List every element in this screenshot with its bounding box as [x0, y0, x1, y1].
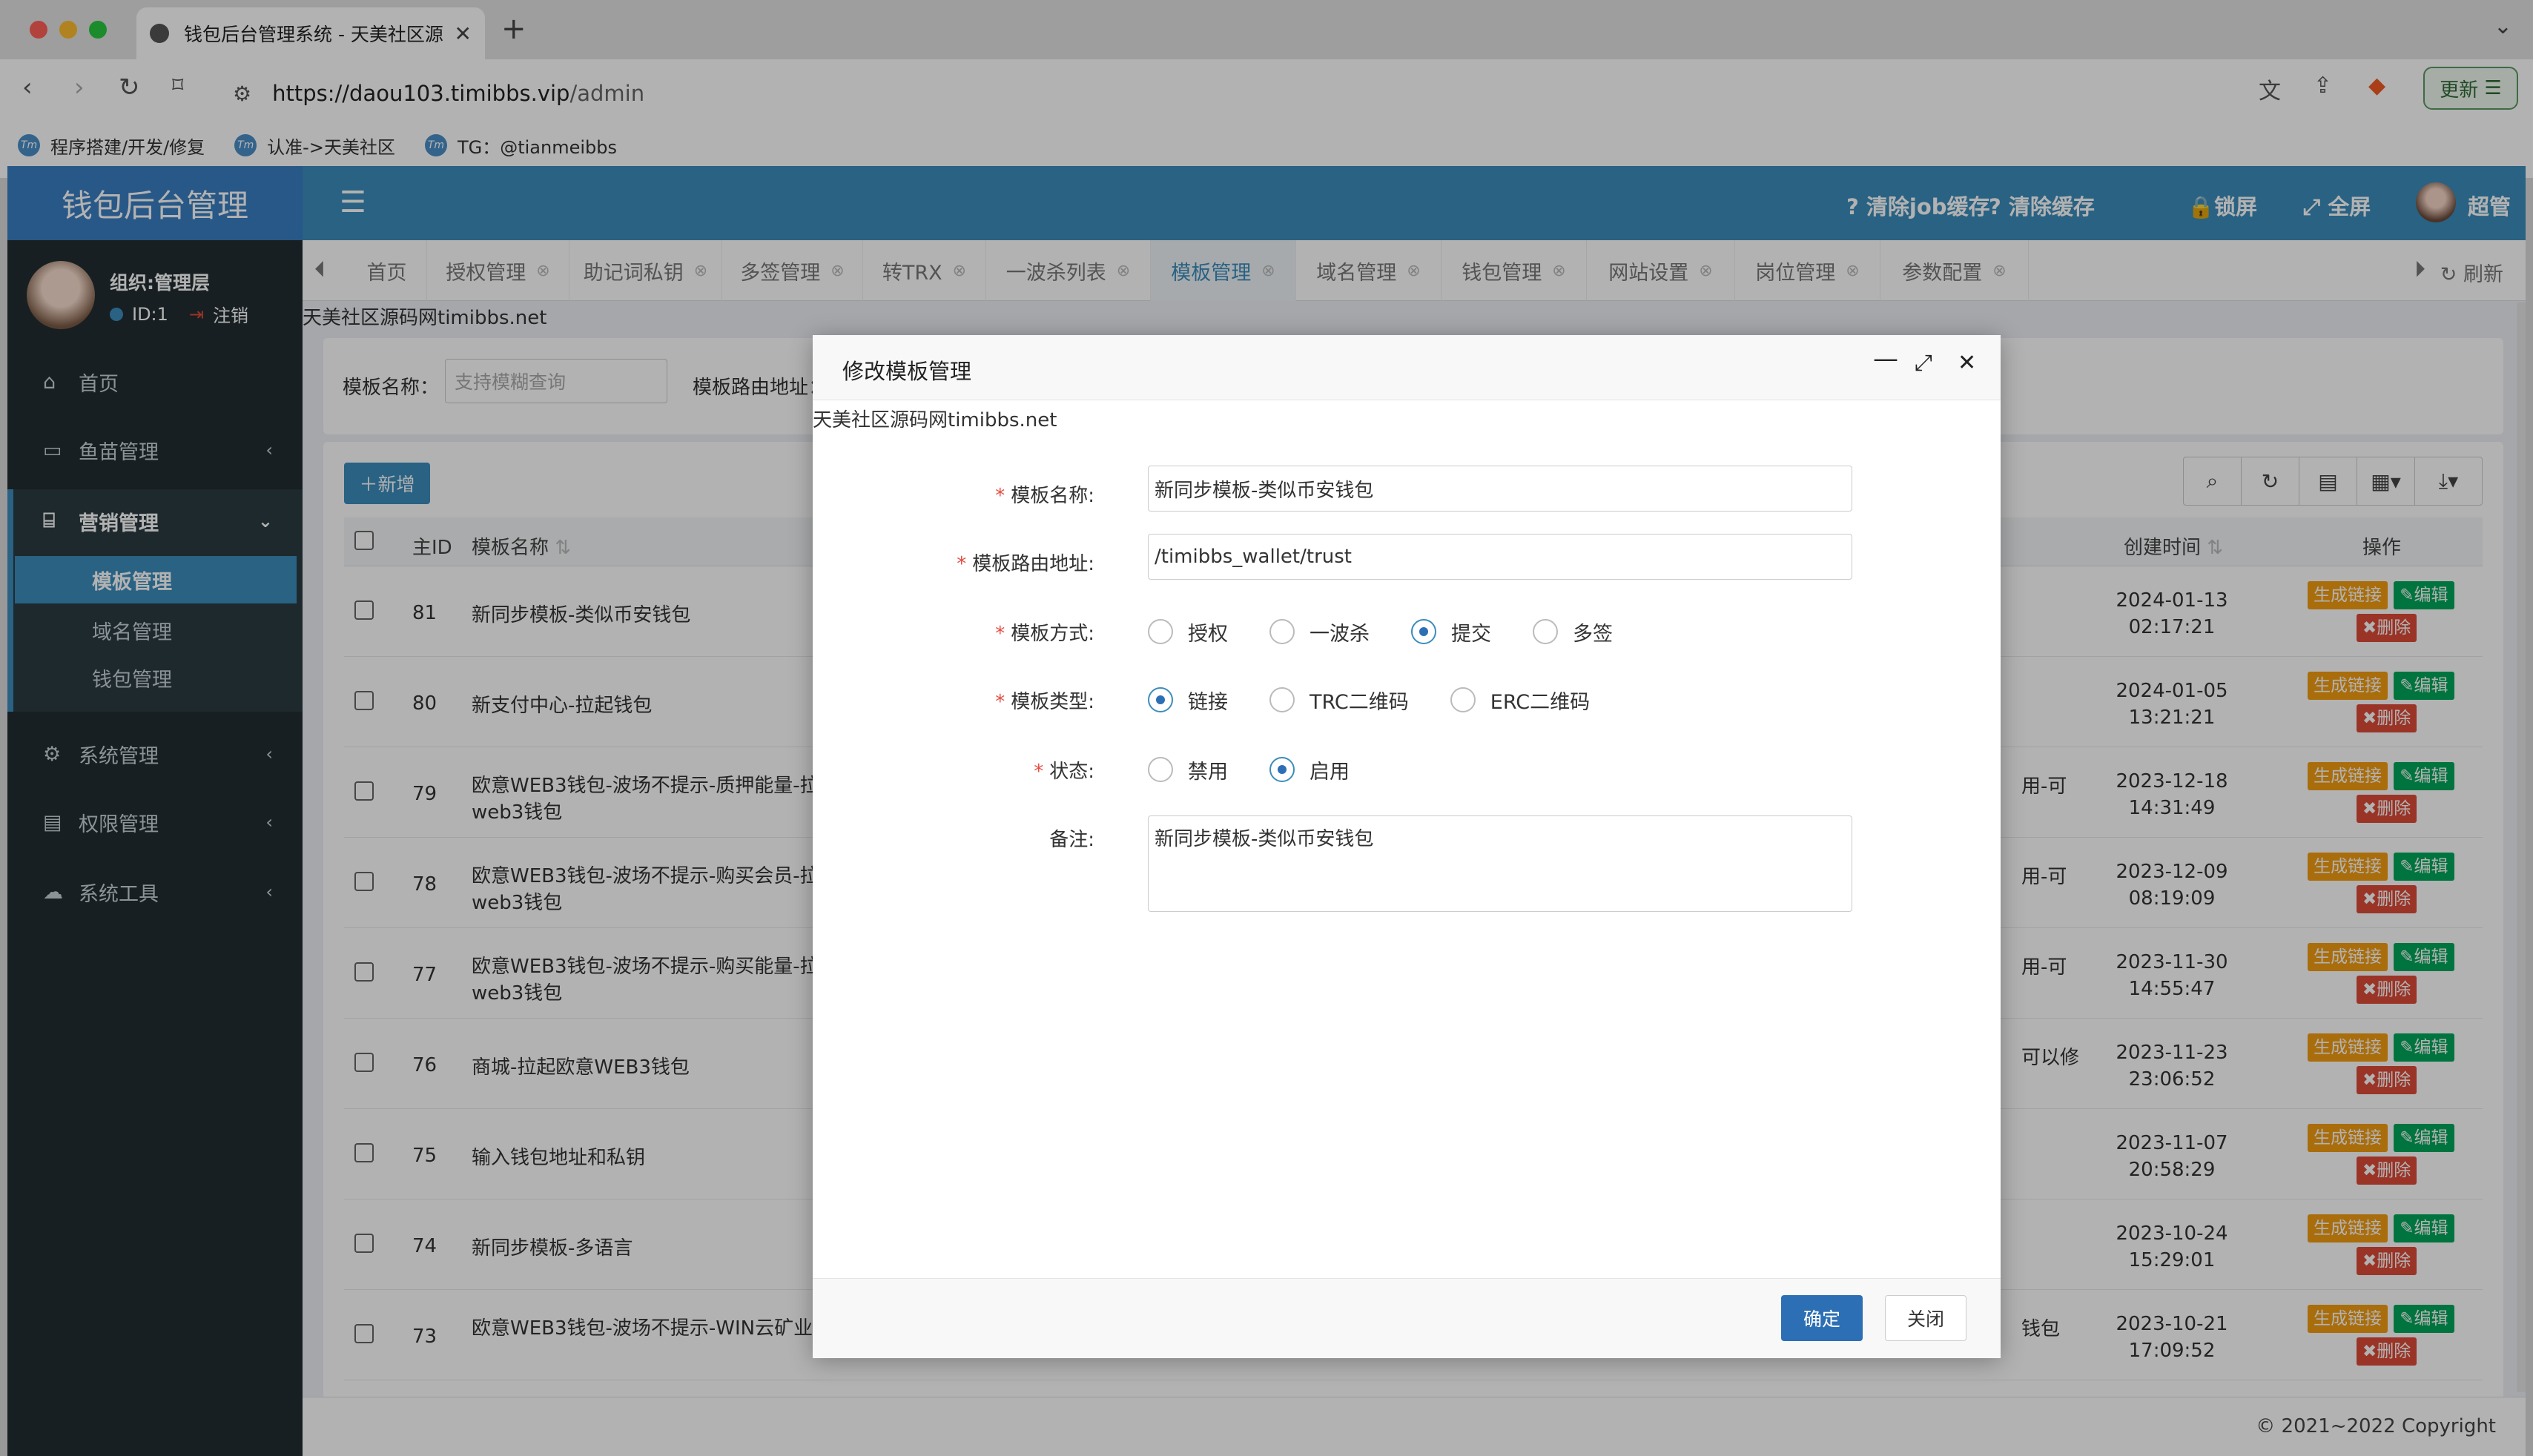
close-icon[interactable]: ✕	[1958, 350, 1976, 376]
radio-button-checked[interactable]	[1269, 757, 1295, 782]
template-name-input[interactable]: 新同步模板-类似币安钱包	[1148, 466, 1852, 512]
radio-button[interactable]	[1269, 687, 1295, 712]
close-button[interactable]: 关闭	[1885, 1295, 1966, 1341]
mode-field-label: * 模板方式:	[995, 623, 1094, 645]
modal-watermark-text: 天美社区源码网timibbs.net	[813, 409, 1057, 431]
template-route-input[interactable]: /timibbs_wallet/trust	[1148, 534, 1852, 580]
modal-form: * 模板名称: 新同步模板-类似币安钱包 * 模板路由地址: /timibbs_wa…	[813, 439, 2001, 1180]
status-field-label: * 状态:	[1034, 761, 1094, 783]
type-field-label: * 模板类型:	[995, 691, 1094, 713]
mode-radio-group: 授权 一波杀 提交 多签	[1148, 617, 1654, 646]
mode-option-multisig[interactable]: 多签	[1533, 618, 1613, 646]
name-field-label: * 模板名称:	[995, 485, 1094, 507]
mode-option-submit[interactable]: 提交	[1411, 618, 1491, 646]
status-option-disabled[interactable]: 禁用	[1148, 755, 1228, 784]
type-radio-group: 链接 TRC二维码 ERC二维码	[1148, 685, 1631, 715]
type-option-link[interactable]: 链接	[1148, 686, 1228, 715]
radio-button-checked[interactable]	[1411, 619, 1436, 644]
remark-textarea[interactable]: 新同步模板-类似币安钱包	[1148, 815, 1852, 912]
radio-button-checked[interactable]	[1148, 687, 1173, 712]
type-option-trc-qr[interactable]: TRC二维码	[1269, 686, 1409, 715]
radio-button[interactable]	[1269, 619, 1295, 644]
status-radio-group: 禁用 启用	[1148, 755, 1391, 784]
type-option-erc-qr[interactable]: ERC二维码	[1450, 686, 1590, 715]
remark-field-label: 备注:	[1049, 829, 1094, 851]
status-option-enabled[interactable]: 启用	[1269, 755, 1350, 784]
minimize-icon[interactable]: —	[1873, 344, 1898, 374]
route-field-label: * 模板路由地址:	[957, 553, 1094, 575]
edit-template-modal: 修改模板管理 — ⤢ ✕ 天美社区源码网timibbs.net * 模板名称: 新…	[813, 335, 2001, 1358]
modal-footer: 确定 关闭	[813, 1278, 2001, 1358]
mode-option-oneshot[interactable]: 一波杀	[1269, 618, 1370, 646]
radio-button[interactable]	[1533, 619, 1558, 644]
radio-button[interactable]	[1148, 619, 1173, 644]
radio-button[interactable]	[1148, 757, 1173, 782]
radio-button[interactable]	[1450, 687, 1476, 712]
confirm-button[interactable]: 确定	[1781, 1295, 1863, 1341]
maximize-icon[interactable]: ⤢	[1915, 350, 1932, 376]
modal-header: 修改模板管理 — ⤢ ✕	[813, 335, 2001, 400]
modal-title: 修改模板管理	[842, 359, 972, 384]
mode-option-auth[interactable]: 授权	[1148, 618, 1228, 646]
